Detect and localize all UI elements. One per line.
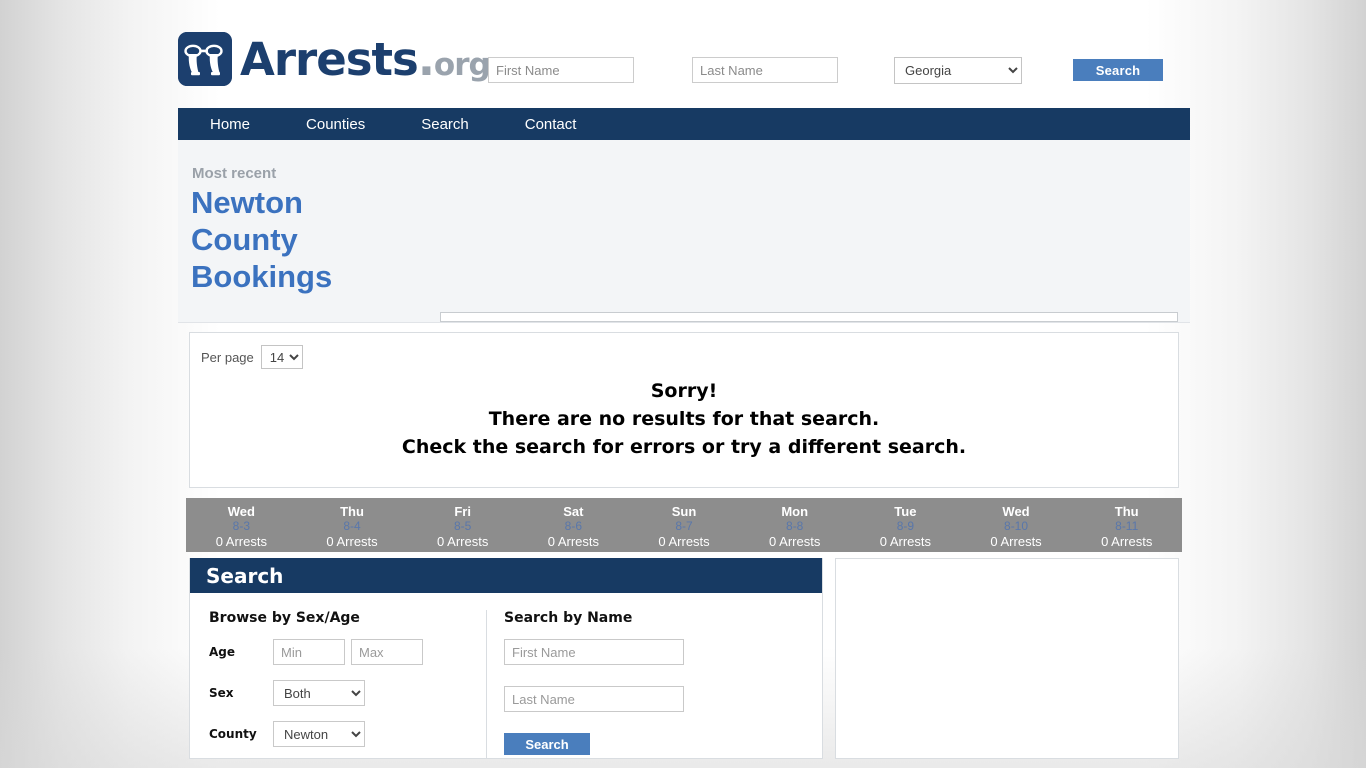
day-date: 8-6 bbox=[564, 519, 583, 533]
ad-placeholder-bar bbox=[440, 312, 1178, 322]
results-panel: Per page 14 Sorry! There are no results … bbox=[189, 332, 1179, 488]
age-min-input[interactable] bbox=[273, 639, 345, 665]
nav-item-search[interactable]: Search bbox=[421, 116, 469, 133]
no-results-line-1: Sorry! bbox=[650, 380, 718, 402]
day-name: Thu bbox=[340, 504, 364, 519]
search-by-name-column: Search by Name Search bbox=[486, 610, 822, 758]
search-panel-header: Search bbox=[190, 558, 822, 593]
day-date: 8-4 bbox=[343, 519, 361, 533]
day-name: Thu bbox=[1114, 504, 1139, 519]
day-name: Wed bbox=[1002, 504, 1030, 519]
sex-row: Sex Both bbox=[209, 680, 486, 706]
hero-section: Most recent Newton County Bookings bbox=[178, 140, 1190, 323]
day-cell[interactable]: Thu 8-4 0 Arrests bbox=[297, 498, 408, 552]
day-date: 8-8 bbox=[786, 519, 804, 533]
day-count: 0 Arrests bbox=[658, 534, 710, 549]
header-state-select[interactable]: Georgia bbox=[894, 57, 1022, 84]
day-cell[interactable]: Mon 8-8 0 Arrests bbox=[739, 498, 850, 552]
day-date: 8-9 bbox=[896, 519, 915, 533]
age-row: Age bbox=[209, 639, 486, 665]
day-count: 0 Arrests bbox=[547, 534, 599, 549]
day-cell[interactable]: Tue 8-9 0 Arrests bbox=[850, 498, 961, 552]
day-date: 8-11 bbox=[1115, 519, 1139, 533]
day-date: 8-3 bbox=[232, 519, 250, 533]
browse-by-sex-age-column: Browse by Sex/Age Age Sex Both County bbox=[190, 610, 486, 758]
site-logo[interactable]: Arrests.org bbox=[178, 32, 491, 86]
day-count: 0 Arrests bbox=[437, 534, 489, 549]
age-max-input[interactable] bbox=[351, 639, 423, 665]
day-cell[interactable]: Wed 8-10 0 Arrests bbox=[961, 498, 1072, 552]
day-cell[interactable]: Thu 8-11 0 Arrests bbox=[1071, 498, 1182, 552]
nav-item-counties[interactable]: Counties bbox=[306, 116, 365, 133]
day-name: Fri bbox=[454, 504, 471, 519]
sex-label: Sex bbox=[209, 686, 234, 700]
county-label: County bbox=[209, 727, 257, 741]
header-first-name-input[interactable] bbox=[488, 57, 634, 83]
day-name: Sun bbox=[671, 504, 697, 519]
county-row: County Newton bbox=[209, 721, 486, 747]
per-page-label: Per page bbox=[201, 349, 254, 365]
day-date: 8-5 bbox=[454, 519, 472, 533]
brand-dot: . bbox=[417, 32, 435, 86]
lower-section: Search Browse by Sex/Age Age Sex Both bbox=[189, 558, 1179, 759]
day-count: 0 Arrests bbox=[215, 534, 267, 549]
day-name: Tue bbox=[894, 504, 917, 519]
main-navigation: Home Counties Search Contact bbox=[178, 108, 1190, 140]
no-results-message: Sorry! There are no results for that sea… bbox=[190, 377, 1178, 461]
day-name: Wed bbox=[227, 504, 255, 519]
day-date: 8-10 bbox=[1004, 519, 1029, 533]
per-page-select[interactable]: 14 bbox=[260, 345, 303, 369]
browse-heading: Browse by Sex/Age bbox=[209, 610, 360, 626]
search-panel-body: Browse by Sex/Age Age Sex Both County bbox=[190, 593, 822, 758]
day-cell[interactable]: Fri 8-5 0 Arrests bbox=[407, 498, 518, 552]
brand-name: Arrests bbox=[240, 32, 419, 86]
sidebar-ad-box bbox=[835, 558, 1179, 759]
day-count: 0 Arrests bbox=[1101, 534, 1153, 549]
handcuffs-icon bbox=[178, 32, 232, 86]
day-cell[interactable]: Sun 8-7 0 Arrests bbox=[629, 498, 740, 552]
day-count: 0 Arrests bbox=[326, 534, 378, 549]
brand-wordmark: Arrests.org bbox=[240, 37, 491, 83]
form-last-name-input[interactable] bbox=[504, 686, 684, 712]
no-results-line-2: There are no results for that search. bbox=[488, 408, 880, 430]
nav-item-home[interactable]: Home bbox=[210, 116, 250, 133]
day-count: 0 Arrests bbox=[769, 534, 821, 549]
day-strip: Wed 8-3 0 Arrests Thu 8-4 0 Arrests Fri … bbox=[186, 498, 1182, 552]
search-panel-title: Search bbox=[206, 563, 284, 588]
form-search-button[interactable]: Search bbox=[504, 733, 590, 755]
day-name: Mon bbox=[781, 504, 809, 519]
site-header: Arrests.org Georgia Search bbox=[178, 0, 1190, 108]
search-panel: Search Browse by Sex/Age Age Sex Both bbox=[189, 558, 823, 759]
page-container: Arrests.org Georgia Search Home Counties… bbox=[178, 0, 1190, 768]
day-count: 0 Arrests bbox=[879, 534, 932, 549]
per-page-control: Per page 14 bbox=[201, 345, 303, 369]
form-first-name-input[interactable] bbox=[504, 639, 684, 665]
day-name: Sat bbox=[563, 504, 584, 519]
day-count: 0 Arrests bbox=[990, 534, 1042, 549]
sex-select[interactable]: Both bbox=[273, 680, 365, 706]
header-search-button[interactable]: Search bbox=[1073, 59, 1163, 81]
brand-tld: org bbox=[433, 46, 491, 83]
day-cell[interactable]: Sat 8-6 0 Arrests bbox=[518, 498, 629, 552]
day-cell[interactable]: Wed 8-3 0 Arrests bbox=[186, 498, 297, 552]
name-heading: Search by Name bbox=[504, 610, 633, 626]
county-select[interactable]: Newton bbox=[273, 721, 365, 747]
page-title: Newton County Bookings bbox=[191, 185, 333, 294]
nav-item-contact[interactable]: Contact bbox=[525, 116, 577, 133]
no-results-line-3: Check the search for errors or try a dif… bbox=[401, 436, 967, 458]
header-last-name-input[interactable] bbox=[692, 57, 838, 83]
age-label: Age bbox=[209, 645, 236, 659]
hero-eyebrow: Most recent bbox=[192, 165, 277, 182]
day-date: 8-7 bbox=[675, 519, 693, 533]
